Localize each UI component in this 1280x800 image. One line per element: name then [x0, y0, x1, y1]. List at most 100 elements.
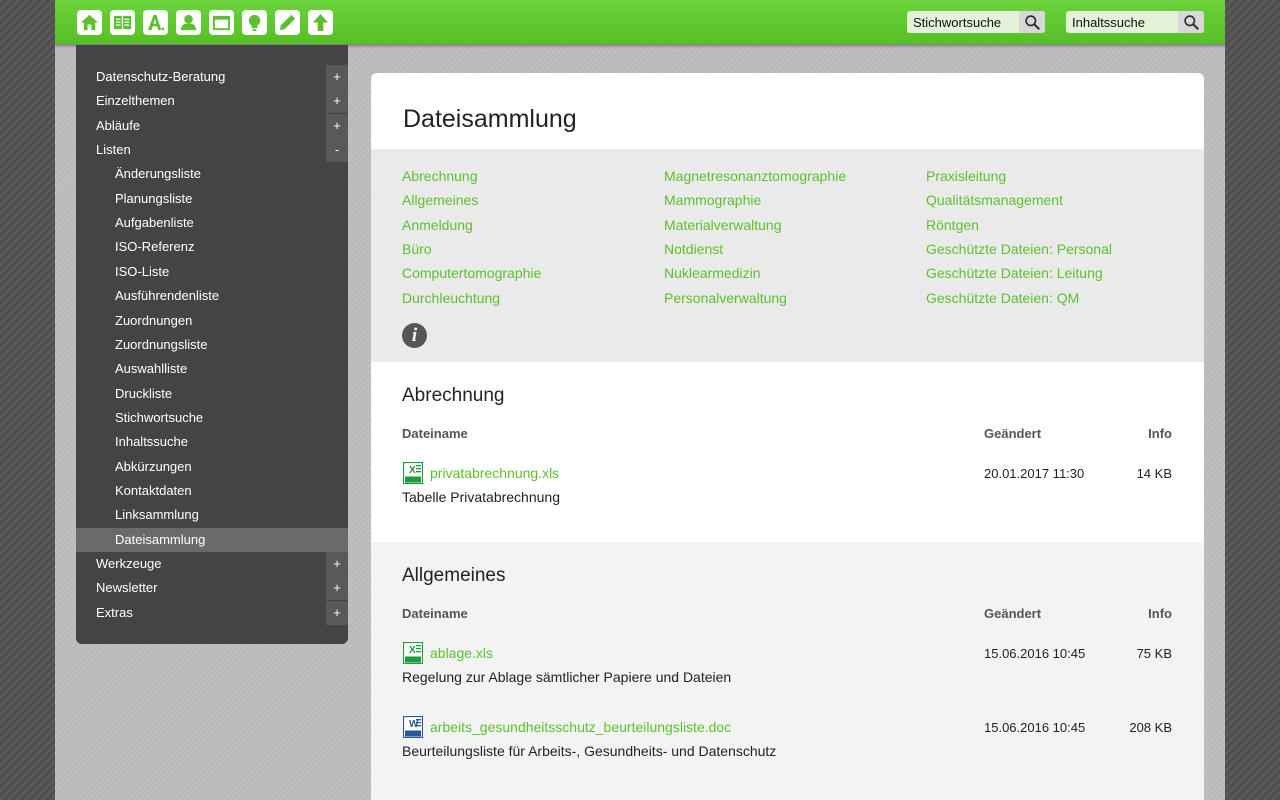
sidebar-item-zuordnungen[interactable]: Zuordnungen [76, 309, 348, 333]
keyword-search-button[interactable] [1019, 11, 1045, 33]
sidebar-item-aenderungsliste[interactable]: Änderungsliste [76, 162, 348, 186]
sidebar-item-label: Zuordnungen [115, 312, 193, 328]
sidebar-item-label: Datenschutz-Beratung [96, 69, 226, 84]
file-description: Regelung zur Ablage sämtlicher Papiere u… [402, 669, 732, 685]
book-icon[interactable] [110, 10, 135, 35]
sidebar-item-ablaeufe[interactable]: Abläufe + [76, 113, 348, 138]
word-file-icon[interactable]: W [402, 715, 424, 739]
pencil-icon[interactable] [275, 10, 300, 35]
sidebar-item-label: Werkzeuge [96, 556, 162, 571]
column-header-filename: Dateiname [402, 606, 468, 621]
collapse-toggle[interactable]: - [326, 138, 348, 163]
sidebar-item-label: Änderungsliste [115, 166, 201, 182]
sidebar-item-label: Abläufe [96, 117, 141, 133]
sidebar-item-dateisammlung[interactable]: Dateisammlung [76, 527, 348, 552]
expand-toggle[interactable]: + [326, 600, 348, 625]
expand-toggle[interactable]: + [326, 552, 348, 576]
page-title: Dateisammlung [403, 105, 577, 133]
sidebar-nav: Datenschutz-Beratung + Einzelthemen + Abläuf… [76, 45, 348, 644]
file-link[interactable]: arbeits_gesundheitsschutz_beurteilungsli… [430, 719, 731, 735]
expand-toggle[interactable]: + [326, 113, 348, 138]
category-link-anmeldung[interactable]: Anmeldung [402, 217, 473, 233]
sidebar-item-label: Newsletter [96, 580, 158, 596]
top-toolbar [55, 0, 1225, 44]
sidebar-item-druckliste[interactable]: Druckliste [76, 382, 348, 406]
user-icon[interactable] [176, 10, 201, 35]
category-link-geschuetzte-dateien-personal[interactable]: Geschützte Dateien: Personal [926, 241, 1112, 257]
sidebar-item-stichwortsuche[interactable]: Stichwortsuche [76, 406, 348, 430]
sidebar-item-kontaktdaten[interactable]: Kontaktdaten [76, 479, 348, 503]
category-link-buero[interactable]: Büro [402, 241, 432, 257]
file-changed-date: 20.01.2017 11:30 [984, 466, 1085, 481]
category-link-allgemeines[interactable]: Allgemeines [402, 192, 478, 208]
sidebar-item-auswahlliste[interactable]: Auswahlliste [76, 357, 348, 381]
sidebar-item-iso-referenz[interactable]: ISO-Referenz [76, 235, 348, 259]
expand-toggle[interactable]: + [326, 576, 348, 601]
category-link-computertomographie[interactable]: Computertomographie [402, 265, 541, 281]
info-icon[interactable]: i [402, 323, 427, 348]
category-link-geschuetzte-dateien-leitung[interactable]: Geschützte Dateien: Leitung [926, 265, 1103, 281]
sidebar-item-label: Aufgabenliste [115, 215, 194, 231]
category-link-personalverwaltung[interactable]: Personalverwaltung [664, 290, 787, 306]
sidebar-item-inhaltssuche[interactable]: Inhaltssuche [76, 430, 348, 454]
lightbulb-icon[interactable] [242, 10, 267, 35]
category-link-durchleuchtung[interactable]: Durchleuchtung [402, 290, 500, 306]
excel-file-icon[interactable]: X [402, 461, 424, 485]
category-link-materialverwaltung[interactable]: Materialverwaltung [664, 217, 782, 233]
sidebar-item-label: Einzelthemen [96, 93, 175, 109]
sidebar-item-planungsliste[interactable]: Planungsliste [76, 187, 348, 211]
file-description: Tabelle Privatabrechnung [402, 489, 560, 505]
file-size: 75 KB [1136, 646, 1172, 661]
category-link-mammographie[interactable]: Mammographie [664, 192, 761, 208]
home-icon[interactable] [77, 10, 102, 35]
category-link-magnetresonanztomographie[interactable]: Magnetresonanztomographie [664, 168, 846, 184]
keyword-search [907, 11, 1045, 33]
section-title: Abrechnung [402, 385, 505, 406]
file-changed-date: 15.06.2016 10:45 [984, 720, 1086, 735]
sidebar-item-label: Auswahlliste [115, 361, 188, 377]
sidebar-item-label: Dateisammlung [115, 531, 206, 547]
column-header-changed: Geändert [984, 426, 1042, 441]
column-header-info: Info [1148, 426, 1172, 441]
expand-toggle[interactable]: + [326, 89, 348, 114]
sidebar-item-newsletter[interactable]: Newsletter + [76, 576, 348, 601]
content-search-input[interactable] [1066, 11, 1178, 33]
file-section-abrechnung: Abrechnung Dateiname Geändert Info Xprivatab… [371, 362, 1204, 542]
sidebar-item-extras[interactable]: Extras + [76, 600, 348, 625]
category-link-roentgen[interactable]: Röntgen [926, 217, 979, 233]
file-size: 208 KB [1129, 720, 1172, 735]
sidebar-item-label: Linksammlung [115, 507, 199, 523]
svg-text:X: X [409, 645, 416, 656]
sidebar-item-iso-liste[interactable]: ISO-Liste [76, 260, 348, 284]
category-link-abrechnung[interactable]: Abrechnung [402, 168, 478, 184]
category-link-notdienst[interactable]: Notdienst [664, 241, 723, 257]
sidebar-item-datenschutz-beratung[interactable]: Datenschutz-Beratung + [76, 65, 348, 89]
file-link[interactable]: ablage.xls [430, 645, 493, 661]
content-search [1066, 11, 1204, 33]
upload-icon[interactable] [308, 10, 333, 35]
sidebar-item-werkzeuge[interactable]: Werkzeuge + [76, 552, 348, 576]
window-icon[interactable] [209, 10, 234, 35]
expand-toggle[interactable]: + [326, 65, 348, 89]
sidebar-item-aufgabenliste[interactable]: Aufgabenliste [76, 211, 348, 235]
file-link[interactable]: privatabrechnung.xls [430, 465, 559, 481]
category-link-praxisleitung[interactable]: Praxisleitung [926, 168, 1006, 184]
sidebar-item-ausfuehrendenliste[interactable]: Ausführendenliste [76, 284, 348, 308]
content-search-button[interactable] [1178, 11, 1204, 33]
sidebar-item-label: Ausführendenliste [115, 288, 220, 304]
sidebar-item-label: Abkürzungen [115, 458, 192, 474]
section-title: Allgemeines [402, 565, 506, 586]
category-link-qualitaetsmanagement[interactable]: Qualitätsmanagement [926, 192, 1063, 208]
keyword-search-input[interactable] [907, 11, 1019, 33]
category-link-geschuetzte-dateien-qm[interactable]: Geschützte Dateien: QM [926, 290, 1079, 306]
sidebar-item-linksammlung[interactable]: Linksammlung [76, 503, 348, 527]
column-header-filename: Dateiname [402, 426, 468, 441]
sidebar-item-zuordnungsliste[interactable]: Zuordnungsliste [76, 333, 348, 357]
font-icon[interactable] [143, 10, 168, 35]
category-index: i Abrechnung Allgemeines Anmeldung Büro Comp… [371, 149, 1204, 362]
excel-file-icon[interactable]: X [402, 641, 424, 665]
sidebar-item-einzelthemen[interactable]: Einzelthemen + [76, 89, 348, 114]
sidebar-item-listen[interactable]: Listen - [76, 138, 348, 163]
sidebar-item-abkuerzungen[interactable]: Abkürzungen [76, 455, 348, 479]
category-link-nuklearmedizin[interactable]: Nuklearmedizin [664, 265, 760, 281]
